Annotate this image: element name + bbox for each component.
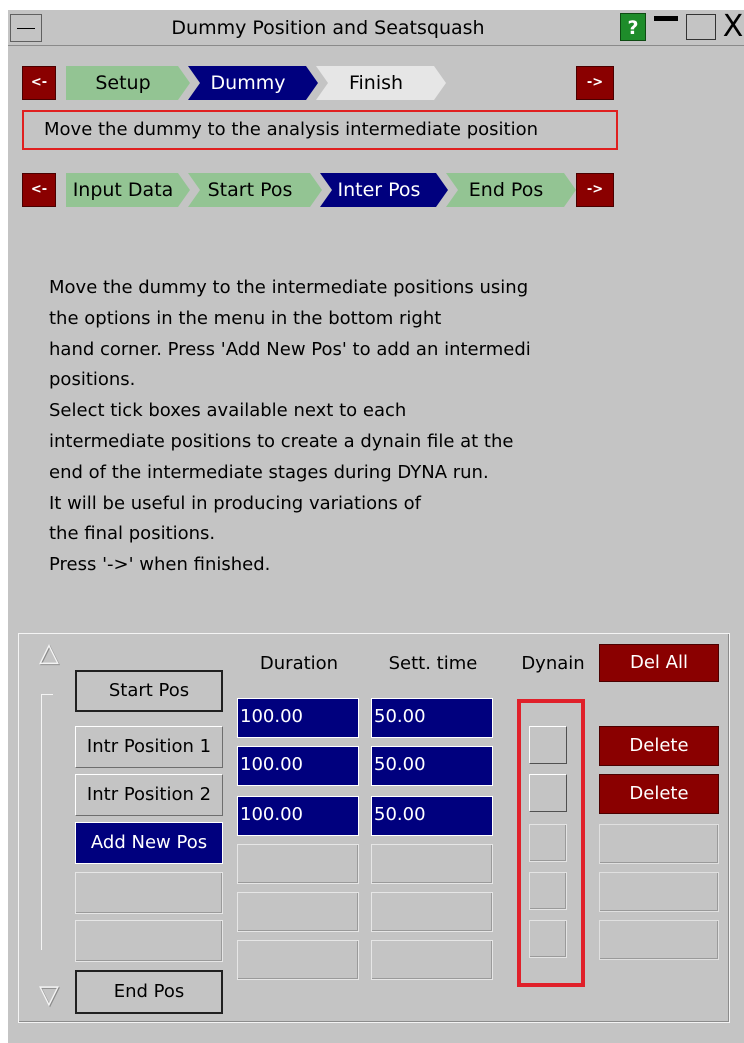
positions-panel: △ ▽ Duration Sett. time Dynain Del All S… — [18, 633, 730, 1023]
maximize-icon[interactable] — [686, 14, 716, 40]
delete-button-2[interactable]: Delete — [599, 774, 719, 814]
add-new-pos-button[interactable]: Add New Pos — [75, 822, 223, 864]
delete-slot-empty — [599, 920, 719, 960]
dynain-checkbox-empty — [529, 824, 567, 862]
dynain-checkbox-empty — [529, 872, 567, 910]
instruction-line: the final positions. — [49, 523, 216, 545]
tab-setup[interactable]: Setup — [66, 66, 190, 100]
instruction-line: Press '->' when finished. — [49, 554, 271, 576]
settle-time-field-empty — [371, 940, 493, 980]
duration-field-2[interactable]: 100.00 — [237, 746, 359, 786]
settle-time-field-1[interactable]: 50.00 — [371, 698, 493, 738]
dynain-header: Dynain — [521, 653, 585, 674]
delete-slot-empty — [599, 824, 719, 864]
delete-button-1[interactable]: Delete — [599, 726, 719, 766]
tab-input-data[interactable]: Input Data — [66, 173, 190, 207]
help-button[interactable]: ? — [620, 13, 646, 41]
end-pos-button[interactable]: End Pos — [75, 970, 223, 1014]
instruction-line: Select tick boxes available next to each — [49, 400, 407, 422]
dynain-checkbox-1[interactable] — [529, 726, 567, 764]
instructions-text: Move the dummy to the intermediate posit… — [49, 273, 629, 581]
dummy-position-window: Dummy Position and Seatsquash ? X <- Set… — [6, 10, 744, 1043]
duration-field-empty — [237, 940, 359, 980]
empty-position-slot — [75, 920, 223, 962]
position-button-1[interactable]: Intr Position 1 — [75, 726, 223, 768]
duration-field-empty — [237, 892, 359, 932]
sub-back-button[interactable]: <- — [22, 173, 56, 207]
duration-field-1[interactable]: 100.00 — [237, 698, 359, 738]
duration-header: Duration — [259, 653, 339, 674]
instruction-line: It will be useful in producing variation… — [49, 492, 421, 514]
dynain-checkbox-empty — [529, 920, 567, 958]
scroll-track[interactable] — [41, 694, 53, 950]
stage-description: Move the dummy to the analysis intermedi… — [22, 110, 618, 150]
top-back-button[interactable]: <- — [22, 66, 56, 100]
delete-all-button[interactable]: Del All — [599, 644, 719, 682]
duration-field-3[interactable]: 100.00 — [237, 796, 359, 836]
instruction-line: Move the dummy to the intermediate posit… — [49, 277, 529, 298]
duration-field-empty — [237, 844, 359, 884]
instruction-line: hand corner. Press 'Add New Pos' to add … — [49, 338, 531, 360]
instruction-line: the options in the menu in the bottom ri… — [49, 307, 442, 329]
settle-time-header: Sett. time — [388, 653, 478, 674]
tab-dummy[interactable]: Dummy — [188, 66, 318, 100]
tab-inter-pos[interactable]: Inter Pos — [320, 173, 448, 207]
scroll-down-icon[interactable]: ▽ — [39, 980, 59, 1010]
delete-slot-empty — [599, 872, 719, 912]
title-bar: Dummy Position and Seatsquash ? X — [8, 10, 744, 46]
tab-start-pos[interactable]: Start Pos — [188, 173, 322, 207]
empty-position-slot — [75, 872, 223, 914]
instruction-line: positions. — [49, 369, 136, 391]
minimize-icon[interactable] — [653, 14, 679, 40]
settle-time-field-3[interactable]: 50.00 — [371, 796, 493, 836]
window-title: Dummy Position and Seatsquash — [171, 17, 485, 39]
close-icon[interactable]: X — [720, 10, 744, 44]
settle-time-field-empty — [371, 892, 493, 932]
top-next-button[interactable]: -> — [576, 66, 614, 100]
settle-time-field-2[interactable]: 50.00 — [371, 746, 493, 786]
position-button-2[interactable]: Intr Position 2 — [75, 774, 223, 816]
instruction-line: intermediate positions to create a dynai… — [49, 430, 514, 452]
scroll-up-icon[interactable]: △ — [39, 638, 59, 668]
window-menu-icon[interactable] — [10, 14, 42, 42]
start-pos-button[interactable]: Start Pos — [75, 670, 223, 712]
instruction-line: end of the intermediate stages during DY… — [49, 461, 489, 483]
dynain-checkbox-2[interactable] — [529, 774, 567, 812]
sub-next-button[interactable]: -> — [576, 173, 614, 207]
tab-end-pos[interactable]: End Pos — [446, 173, 576, 207]
tab-finish[interactable]: Finish — [316, 66, 446, 100]
settle-time-field-empty — [371, 844, 493, 884]
